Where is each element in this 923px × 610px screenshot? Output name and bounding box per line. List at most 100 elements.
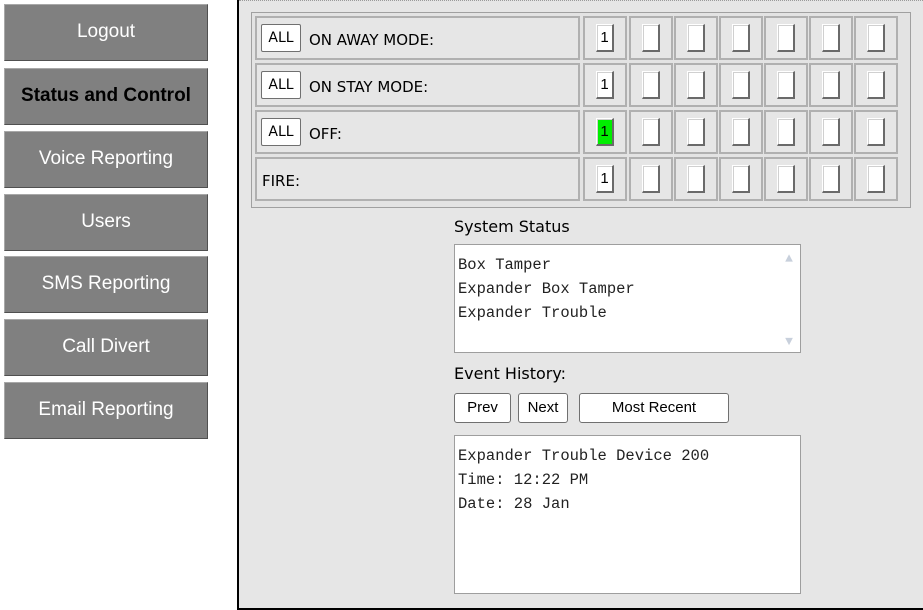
event-line: Time: 12:22 PM [458,471,589,489]
all-stay-button[interactable]: ALL [261,71,301,99]
zone-row-label-cell: ALL ON AWAY MODE: [255,16,580,60]
zone-row-label-cell: ALL ON STAY MODE: [255,63,580,107]
zone-cell: 1 [583,16,627,60]
zone-cell [719,157,763,201]
zone-4-away[interactable] [732,24,750,52]
zone-cell [764,157,808,201]
status-line: Expander Trouble [458,304,607,322]
event-line: Expander Trouble Device 200 [458,447,710,465]
zone-2-away[interactable] [642,24,660,52]
all-away-button[interactable]: ALL [261,24,301,52]
zone-cell [764,63,808,107]
zone-cell [719,16,763,60]
zone-cell [809,16,853,60]
zone-cell: 1 [583,63,627,107]
sidebar-item-logout[interactable]: Logout [4,4,208,61]
zone-cell [629,63,673,107]
sidebar-item-call-divert[interactable]: Call Divert [4,319,208,376]
sidebar-item-label: Status and Control [21,85,191,106]
main-panel: ALL ON AWAY MODE: 1 ALL ON STAY MODE: 1 [237,0,923,610]
sidebar-item-label: Users [81,211,131,232]
sidebar-item-users[interactable]: Users [4,194,208,251]
zone-row-label-cell: ALL OFF: [255,110,580,154]
sidebar-item-label: SMS Reporting [41,273,171,294]
zone-5-fire[interactable] [777,165,795,193]
zone-2-off[interactable] [642,118,660,146]
zone-5-off[interactable] [777,118,795,146]
zone-4-fire[interactable] [732,165,750,193]
scrollbar[interactable]: ▲ ▼ [780,247,798,350]
zone-5-stay[interactable] [777,71,795,99]
zone-cell [629,157,673,201]
zone-row-fire: FIRE: 1 [255,157,907,201]
zone-cell [854,16,898,60]
zone-cell [629,110,673,154]
zone-6-fire[interactable] [822,165,840,193]
zone-cell [809,110,853,154]
system-status-box[interactable]: Box Tamper Expander Box Tamper Expander … [454,244,801,353]
zone-2-stay[interactable] [642,71,660,99]
zone-cell: 1 [583,157,627,201]
sidebar-item-sms-reporting[interactable]: SMS Reporting [4,256,208,313]
sidebar-item-email-reporting[interactable]: Email Reporting [4,382,208,439]
zone-row-label: FIRE: [262,172,301,190]
zone-2-fire[interactable] [642,165,660,193]
zone-5-away[interactable] [777,24,795,52]
zone-7-off[interactable] [867,118,885,146]
zone-7-fire[interactable] [867,165,885,193]
zone-row-label: OFF: [309,125,342,143]
zone-7-away[interactable] [867,24,885,52]
panel-top-border [239,0,923,3]
zone-cell [854,110,898,154]
event-history-title: Event History: [454,364,567,383]
zone-row-off: ALL OFF: 1 [255,110,907,154]
zone-cell [764,16,808,60]
zone-3-stay[interactable] [687,71,705,99]
zone-3-away[interactable] [687,24,705,52]
prev-button[interactable]: Prev [454,393,511,423]
sidebar-item-label: Voice Reporting [38,148,174,169]
zone-cell [809,63,853,107]
zone-1-off[interactable]: 1 [596,118,614,146]
zone-cell [719,110,763,154]
event-line: Date: 28 Jan [458,495,570,513]
zone-cell [764,110,808,154]
zone-7-stay[interactable] [867,71,885,99]
most-recent-button[interactable]: Most Recent [579,393,729,423]
zone-6-off[interactable] [822,118,840,146]
zone-1-stay[interactable]: 1 [596,71,614,99]
zone-cell [674,110,718,154]
status-line: Box Tamper [458,256,552,274]
zone-cell [719,63,763,107]
zone-1-away[interactable]: 1 [596,24,614,52]
zone-row-label: ON STAY MODE: [309,78,429,96]
zone-row-away: ALL ON AWAY MODE: 1 [255,16,907,60]
zone-4-stay[interactable] [732,71,750,99]
zone-6-stay[interactable] [822,71,840,99]
all-off-button[interactable]: ALL [261,118,301,146]
next-button[interactable]: Next [518,393,568,423]
event-history-box[interactable]: Expander Trouble Device 200 Time: 12:22 … [454,435,801,594]
zone-cell: 1 [583,110,627,154]
zone-1-fire[interactable]: 1 [596,165,614,193]
zone-cell [674,157,718,201]
zone-6-away[interactable] [822,24,840,52]
zone-cell [854,63,898,107]
zone-cell [809,157,853,201]
zone-cell [854,157,898,201]
sidebar-item-status-and-control[interactable]: Status and Control [4,68,208,125]
scroll-down-icon[interactable]: ▼ [782,335,796,348]
zone-cell [674,16,718,60]
zone-cell [629,16,673,60]
zone-cell [674,63,718,107]
zone-row-label: ON AWAY MODE: [309,31,435,49]
sidebar-item-label: Call Divert [62,336,150,357]
sidebar-item-label: Email Reporting [38,399,174,420]
zone-3-fire[interactable] [687,165,705,193]
system-status-title: System Status [454,217,570,236]
zone-4-off[interactable] [732,118,750,146]
sidebar-item-voice-reporting[interactable]: Voice Reporting [4,131,208,188]
zone-3-off[interactable] [687,118,705,146]
status-line: Expander Box Tamper [458,280,635,298]
scroll-up-icon[interactable]: ▲ [782,252,796,265]
